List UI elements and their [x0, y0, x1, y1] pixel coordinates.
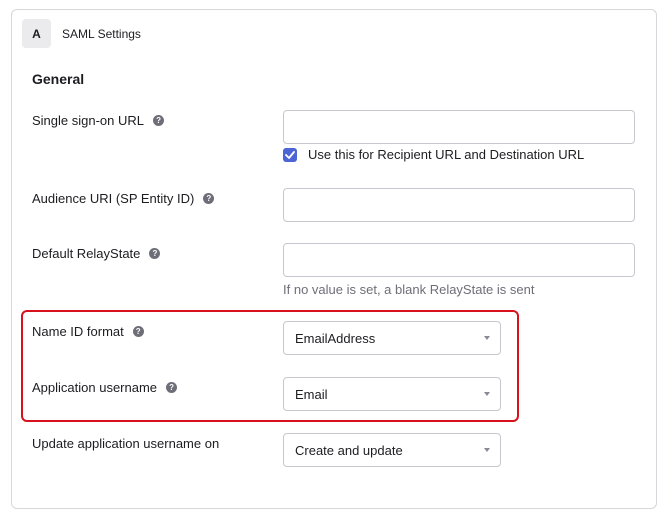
audience-uri-input[interactable] [283, 188, 635, 222]
help-icon[interactable]: ? [149, 248, 161, 259]
checkmark-icon [285, 150, 295, 159]
step-badge: A [22, 19, 51, 48]
help-icon[interactable]: ? [132, 326, 144, 337]
app-username-select[interactable]: Email [283, 377, 501, 411]
relay-state-label-text: Default RelayState [32, 246, 141, 261]
sso-url-input[interactable] [283, 110, 635, 144]
chevron-down-icon [484, 392, 490, 396]
audience-uri-label: Audience URI (SP Entity ID) ? [32, 191, 215, 206]
app-username-value: Email [295, 386, 328, 402]
sso-url-label: Single sign-on URL ? [32, 113, 165, 128]
help-icon[interactable]: ? [203, 193, 215, 204]
app-username-label: Application username ? [32, 380, 178, 395]
update-username-label: Update application username on [32, 436, 219, 451]
chevron-down-icon [484, 448, 490, 452]
name-id-format-label: Name ID format ? [32, 324, 144, 339]
section-title: General [32, 71, 85, 87]
app-username-label-text: Application username [32, 380, 158, 395]
update-username-value: Create and update [295, 442, 403, 458]
audience-uri-label-text: Audience URI (SP Entity ID) [32, 191, 195, 206]
help-icon[interactable]: ? [166, 382, 178, 393]
card-header: A SAML Settings [22, 19, 141, 48]
recipient-checkbox-row[interactable]: Use this for Recipient URL and Destinati… [283, 147, 584, 162]
sso-url-label-text: Single sign-on URL [32, 113, 145, 128]
relay-state-hint: If no value is set, a blank RelayState i… [283, 282, 535, 297]
relay-state-label: Default RelayState ? [32, 246, 161, 261]
card-title: SAML Settings [62, 26, 141, 41]
relay-state-input[interactable] [283, 243, 635, 277]
chevron-down-icon [484, 336, 490, 340]
update-username-select[interactable]: Create and update [283, 433, 501, 467]
update-username-label-text: Update application username on [32, 436, 220, 451]
recipient-checkbox[interactable] [283, 147, 297, 162]
help-icon[interactable]: ? [153, 115, 165, 126]
recipient-checkbox-label: Use this for Recipient URL and Destinati… [308, 147, 585, 162]
name-id-format-label-text: Name ID format [32, 324, 124, 339]
name-id-format-value: EmailAddress [295, 330, 376, 346]
name-id-format-select[interactable]: EmailAddress [283, 321, 501, 355]
